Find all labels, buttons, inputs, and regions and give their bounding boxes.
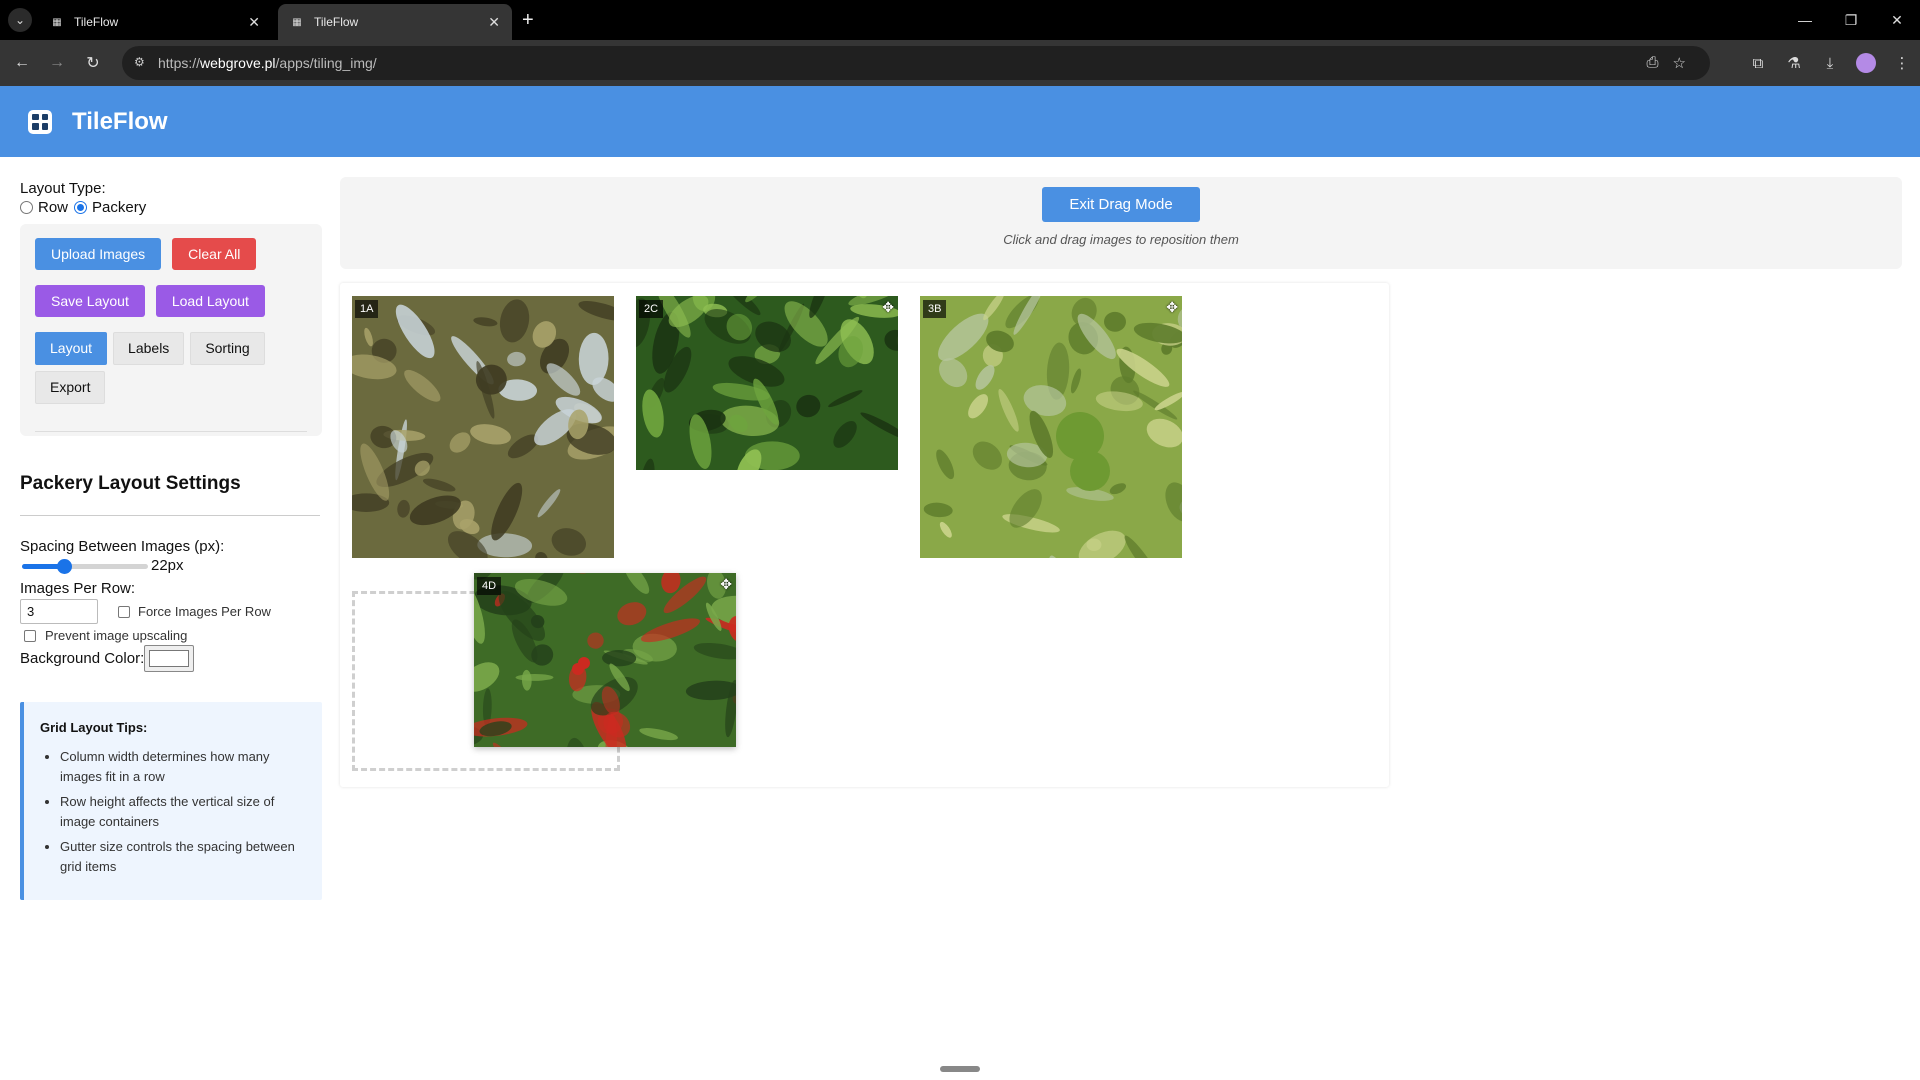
browser-tabstrip: ⌄ ▦ TileFlow ✕ ▦ TileFlow ✕ + — ❐ ✕ [0,0,1920,40]
layout-type-label: Layout Type: [20,180,106,197]
favicon-icon: ▦ [292,16,302,28]
tips-title: Grid Layout Tips: [40,720,148,735]
plant-leaves-image [636,296,898,470]
divider [35,431,307,432]
url-scheme: https:// [158,55,201,71]
favicon-icon: ▦ [52,16,62,28]
sidebar: Layout Type: Row Packery Upload Images C… [20,180,322,900]
green-fruit-image [920,296,1182,558]
spacing-label: Spacing Between Images (px): [20,538,225,555]
load-layout-button[interactable]: Load Layout [155,285,265,317]
settings-tabs: Layout Labels Sorting Export [35,332,307,404]
save-layout-button[interactable]: Save Layout [35,285,145,317]
tab-layout[interactable]: Layout [35,332,108,365]
clear-all-button[interactable]: Clear All [172,238,257,270]
more-menu-icon[interactable]: ⋮ [1884,51,1920,75]
upload-images-button[interactable]: Upload Images [35,238,162,270]
tile-label: 3B [923,300,947,318]
tab-export[interactable]: Export [35,371,106,404]
move-icon[interactable]: ✥ [720,576,732,593]
restore-icon[interactable]: ❐ [1828,0,1874,40]
tip-item: Row height affects the vertical size of … [60,792,306,832]
minimize-icon[interactable]: — [1782,0,1828,40]
red-berries-image [474,573,736,747]
tip-item: Column width determines how many images … [60,747,306,787]
bookmark-star-icon[interactable]: ☆ [1673,54,1686,72]
browser-toolbar: ← → ↻ ⚙ https://webgrove.pl/apps/tiling_… [0,40,1920,86]
layout-type-options: Row Packery [20,199,320,216]
image-tile[interactable]: 2C ✥ [636,296,898,470]
app-title: TileFlow [72,107,168,135]
drag-hint: Click and drag images to reposition them [1003,232,1239,247]
radio-packery-label[interactable]: Packery [92,199,146,216]
window-controls: — ❐ ✕ [1782,0,1920,40]
extensions-icon[interactable]: ⧉ [1740,51,1776,75]
settings-title: Packery Layout Settings [20,473,241,494]
browser-tab[interactable]: ▦ TileFlow ✕ [38,4,272,40]
forward-icon[interactable]: → [45,51,69,75]
images-per-row-label: Images Per Row: [20,580,136,597]
close-tab-icon[interactable]: ✕ [248,14,260,31]
tileflow-logo-icon [28,109,52,134]
drag-mode-bar: Exit Drag Mode Click and drag images to … [340,177,1902,269]
profile-avatar[interactable] [1856,53,1876,73]
tile-label: 1A [355,300,379,318]
tab-search-icon[interactable]: ⌄ [8,8,32,32]
slider-thumb[interactable] [56,558,72,574]
tab-title: TileFlow [74,15,119,29]
radio-row-label[interactable]: Row [38,199,68,216]
close-tab-icon[interactable]: ✕ [488,14,500,31]
divider [20,515,320,516]
labs-icon[interactable]: ⚗ [1776,51,1812,75]
tab-labels[interactable]: Labels [113,332,185,365]
palm-tree-image [352,296,614,558]
tile-label: 2C [639,300,664,318]
install-app-icon[interactable]: ⎙ [1647,54,1659,72]
controls-panel: Upload Images Clear All Save Layout Load… [20,224,322,436]
tip-item: Gutter size controls the spacing between… [60,837,306,877]
download-icon[interactable]: ⤓ [1812,51,1848,75]
new-tab-icon[interactable]: + [522,8,534,32]
address-bar[interactable]: ⚙ https://webgrove.pl/apps/tiling_img/ ⎙… [122,46,1710,80]
move-icon[interactable]: ✥ [882,299,894,316]
bg-color-picker[interactable] [144,645,195,672]
spacing-slider[interactable] [20,558,148,574]
force-images-label: Force Images Per Row [138,604,271,619]
tile-label: 4D [477,577,502,595]
tab-title: TileFlow [314,15,359,29]
tips-box: Grid Layout Tips: Column width determine… [20,702,322,900]
move-icon[interactable]: ✥ [1166,299,1178,316]
images-per-row-input[interactable]: 3 [20,599,98,624]
force-images-checkbox[interactable] [118,605,130,618]
spacing-value: 22px [151,557,184,574]
prevent-upscaling-label: Prevent image upscaling [45,628,188,643]
tab-sorting[interactable]: Sorting [190,332,265,365]
image-tile[interactable]: 1A [352,296,614,558]
back-icon[interactable]: ← [10,51,34,75]
reload-icon[interactable]: ↻ [81,51,105,75]
image-tile[interactable]: 3B ✥ [920,296,1182,558]
url-domain: webgrove.pl [200,55,276,71]
site-info-icon[interactable]: ⚙ [134,55,145,69]
radio-row[interactable] [20,201,33,214]
browser-tab-active[interactable]: ▦ TileFlow ✕ [278,4,512,40]
close-window-icon[interactable]: ✕ [1874,0,1920,40]
image-tile-dragging[interactable]: 4D ✥ [474,573,736,747]
image-canvas: 1A 2C ✥ 3B ✥ 4D ✥ [340,283,1389,787]
app-header: TileFlow [0,86,1920,157]
resize-handle[interactable] [940,1066,980,1072]
exit-drag-mode-button[interactable]: Exit Drag Mode [1042,187,1200,222]
radio-packery[interactable] [74,201,88,214]
url-path: /apps/tiling_img/ [275,55,377,71]
bg-color-label: Background Color: [20,650,145,667]
prevent-upscaling-checkbox[interactable] [24,629,36,642]
